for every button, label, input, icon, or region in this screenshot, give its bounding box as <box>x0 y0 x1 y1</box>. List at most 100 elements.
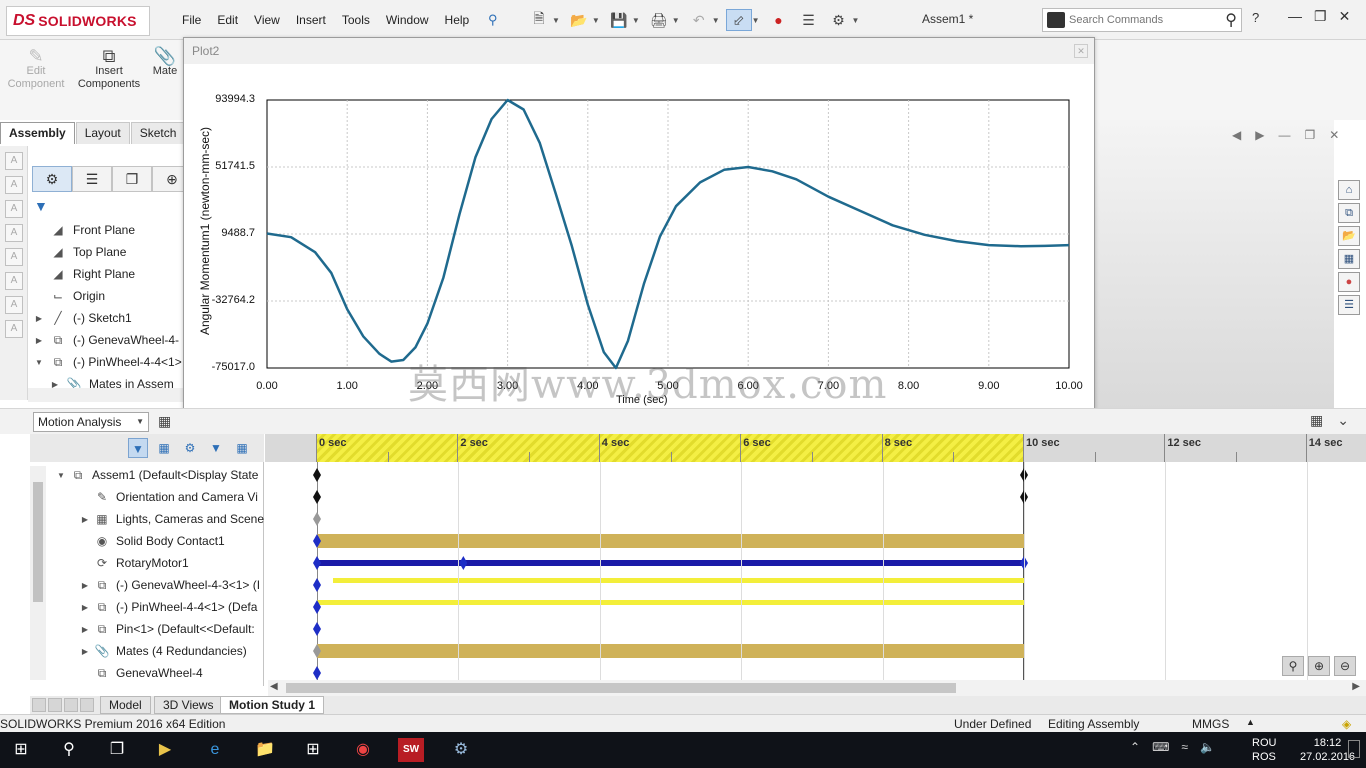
chrome-icon[interactable]: ◉ <box>350 738 376 762</box>
keypoint-diamond[interactable] <box>313 578 321 592</box>
tab-layout[interactable]: Layout <box>75 122 130 144</box>
view-palette-icon[interactable]: ▦ <box>1338 249 1360 269</box>
appearances-icon[interactable]: ● <box>1338 272 1360 292</box>
zoom-to-fit-icon[interactable]: ⚲ <box>1282 656 1304 676</box>
timeline-ruler[interactable]: 0 sec 2 sec 4 sec 6 sec 8 sec 10 sec 12 sec 14 … <box>265 434 1366 462</box>
design-library-icon[interactable]: ⧉ <box>1338 203 1360 223</box>
pin-menu-icon[interactable]: ⚲ <box>488 12 502 27</box>
strip-tool-icon[interactable]: A <box>5 176 23 194</box>
open-folder-icon[interactable]: 📂 <box>566 9 592 31</box>
chevron-down-icon[interactable]: ▼ <box>592 16 600 25</box>
scroll-left-icon[interactable]: ◀ <box>270 681 278 692</box>
tray-chevron-up-icon[interactable]: ⌃ <box>1130 740 1140 754</box>
tag-icon[interactable]: ◈ <box>1342 717 1351 731</box>
minimize-icon[interactable]: — <box>1278 128 1290 142</box>
new-document-icon[interactable]: 🗎 <box>526 9 552 31</box>
feature-tree-tab-icon[interactable]: ⚙ <box>32 166 72 192</box>
expand-arrow-icon[interactable]: ▶ <box>34 336 44 345</box>
viewport-left-icon[interactable]: ◀ <box>1232 128 1241 142</box>
motor-duration-bar[interactable] <box>317 560 1024 566</box>
expand-arrow-icon[interactable]: ▶ <box>78 625 92 634</box>
file-properties-icon[interactable]: ☰ <box>796 9 822 31</box>
keypoint-diamond[interactable] <box>459 556 468 570</box>
contact-duration-bar[interactable] <box>317 534 1024 548</box>
clock[interactable]: 18:12 27.02.2016 <box>1300 736 1355 764</box>
scrollbar-thumb[interactable] <box>33 482 43 602</box>
component-motion-bar[interactable] <box>333 577 1024 583</box>
strip-tool-icon[interactable]: A <box>5 152 23 170</box>
search-icon[interactable]: ⚲ <box>56 738 82 762</box>
settings-app-icon[interactable]: ⚙ <box>448 738 474 762</box>
keypoint-diamond[interactable] <box>313 666 321 680</box>
restore-icon[interactable]: ❐ <box>1304 128 1315 142</box>
file-explorer-icon[interactable]: 📂 <box>1338 226 1360 246</box>
plot-titlebar[interactable]: Plot2 ✕ <box>184 38 1094 64</box>
feature-tree-item[interactable]: ▶ ╱ (-) Sketch1 <box>34 308 132 328</box>
strip-tool-icon[interactable]: A <box>5 272 23 290</box>
chevron-down-icon[interactable]: ▼ <box>712 16 720 25</box>
menu-tools[interactable]: Tools <box>334 13 378 27</box>
tab-3d-views[interactable]: 3D Views <box>154 696 223 714</box>
feature-tree-item[interactable]: ▼ ⧉ (-) PinWheel-4-4<1> <box>34 352 182 372</box>
expand-arrow-icon[interactable]: ▼ <box>54 471 68 480</box>
print-icon[interactable]: 🖨 <box>646 9 672 31</box>
expand-arrow-icon[interactable]: ▶ <box>78 603 92 612</box>
language-indicator[interactable]: ROU ROS <box>1252 736 1276 764</box>
task-view-icon[interactable]: ❐ <box>104 738 130 762</box>
menu-help[interactable]: Help <box>437 13 478 27</box>
tab-assembly[interactable]: Assembly <box>0 122 75 144</box>
filter-icon[interactable]: ▼ <box>34 198 48 214</box>
tab-prev-icon[interactable] <box>48 698 62 712</box>
filter-results-icon[interactable]: ▼ <box>206 438 226 458</box>
keypoint-diamond[interactable] <box>313 512 321 526</box>
windows-start-icon[interactable]: ⊞ <box>8 738 34 762</box>
tab-motion-study-1[interactable]: Motion Study 1 <box>220 696 324 714</box>
filter-driving-icon[interactable]: ▦ <box>154 438 174 458</box>
timeline-scrollbar[interactable]: ◀ ▶ <box>268 680 1366 696</box>
motion-tree-item[interactable]: ⟳ RotaryMotor1 <box>30 552 264 574</box>
feature-tree-scrollbar[interactable] <box>28 388 184 402</box>
chevron-down-icon[interactable]: ▼ <box>852 16 860 25</box>
units-up-arrow-icon[interactable]: ▲ <box>1246 717 1255 727</box>
motion-tree-item[interactable]: ▶ ⧉ (-) GenevaWheel-4-3<1> (I <box>30 574 264 596</box>
collapse-all-icon[interactable]: ▦ <box>232 438 252 458</box>
expand-arrow-icon[interactable]: ▼ <box>34 358 44 367</box>
menu-view[interactable]: View <box>246 13 288 27</box>
chevron-down-icon[interactable]: ⌄ <box>1337 412 1349 429</box>
feature-tree-item[interactable]: ◢ Right Plane <box>34 264 135 284</box>
menu-edit[interactable]: Edit <box>209 13 246 27</box>
store-icon[interactable]: ⊞ <box>300 738 326 762</box>
search-commands-box[interactable]: ⚲ <box>1042 8 1242 32</box>
help-icon[interactable]: ? <box>1252 10 1259 25</box>
motion-tree-item[interactable]: ⧉ GenevaWheel-4 <box>30 662 264 684</box>
expand-arrow-icon[interactable]: ▶ <box>78 647 92 656</box>
scroll-right-icon[interactable]: ▶ <box>1352 681 1360 692</box>
expand-arrow-icon[interactable]: ▶ <box>34 314 44 323</box>
tab-first-icon[interactable] <box>32 698 46 712</box>
motion-tree-item[interactable]: ▶ ▦ Lights, Cameras and Scene <box>30 508 264 530</box>
strip-tool-icon[interactable]: A <box>5 296 23 314</box>
feature-tree-item[interactable]: ⌙ Origin <box>34 286 105 306</box>
motion-tree-item[interactable]: ▶ 📎 Mates (4 Redundancies) <box>30 640 264 662</box>
close-icon[interactable]: ✕ <box>1329 128 1339 142</box>
expand-arrow-icon[interactable]: ▶ <box>78 515 92 524</box>
configuration-manager-tab-icon[interactable]: ❐ <box>112 166 152 192</box>
solidworks-taskbar-icon[interactable]: SW <box>398 738 424 762</box>
home-icon[interactable]: ⌂ <box>1338 180 1360 200</box>
strip-tool-icon[interactable]: A <box>5 224 23 242</box>
filter-selected-icon[interactable]: ⚙ <box>180 438 200 458</box>
minimize-icon[interactable]: — <box>1288 8 1302 25</box>
tab-model[interactable]: Model <box>100 696 151 714</box>
results-table-icon[interactable]: ▦ <box>1310 412 1323 429</box>
media-player-icon[interactable]: ▶ <box>152 738 178 762</box>
select-arrow-icon[interactable]: ⬃ <box>725 9 752 31</box>
study-type-select[interactable]: Motion Analysis ▼ <box>33 412 149 432</box>
options-gear-icon[interactable]: ⚙ <box>826 9 852 31</box>
chevron-down-icon[interactable]: ▼ <box>632 16 640 25</box>
chevron-down-icon[interactable]: ▼ <box>552 16 560 25</box>
filter-animated-icon[interactable]: ▼ <box>128 438 148 458</box>
chevron-down-icon[interactable]: ▼ <box>752 16 760 25</box>
mates-duration-bar[interactable] <box>317 644 1024 658</box>
motion-tree-item[interactable]: ◉ Solid Body Contact1 <box>30 530 264 552</box>
edit-component-button[interactable]: ✎ Edit Component <box>4 47 68 91</box>
